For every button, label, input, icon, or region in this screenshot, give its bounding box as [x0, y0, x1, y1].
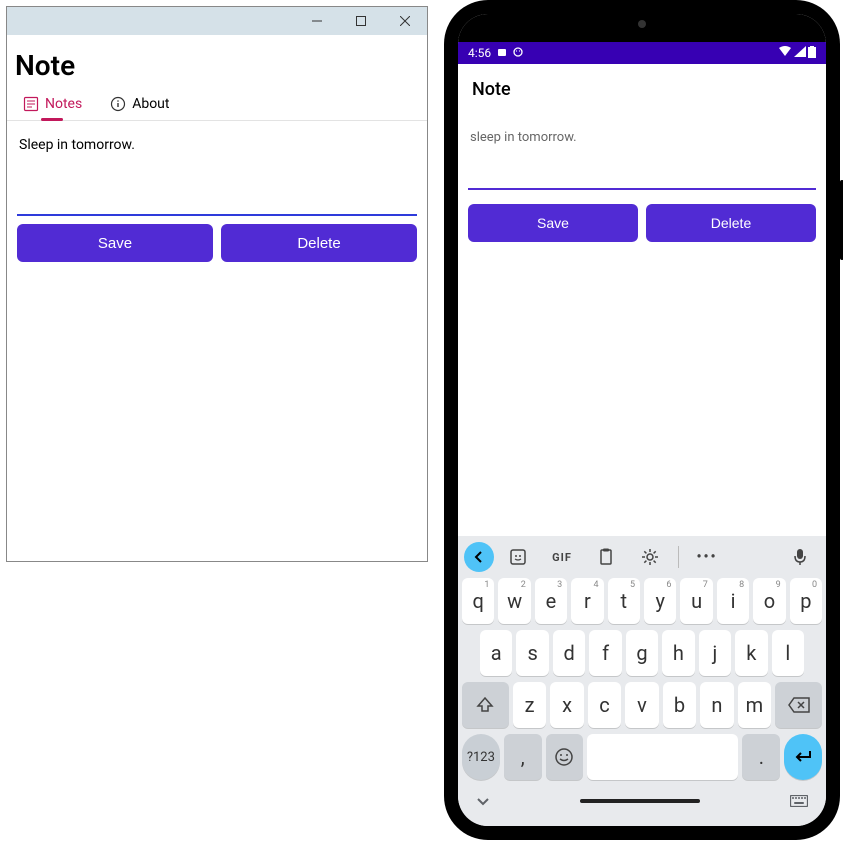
tab-about[interactable]: About	[110, 96, 169, 120]
key-b[interactable]: b	[663, 682, 696, 728]
nav-pill[interactable]	[580, 799, 700, 803]
android-note-text-input[interactable]	[468, 124, 816, 190]
tab-notes-label: Notes	[45, 96, 82, 112]
key-u[interactable]: u7	[680, 578, 712, 624]
key-s[interactable]: s	[516, 630, 548, 676]
key-r[interactable]: r4	[571, 578, 603, 624]
note-text-input[interactable]	[17, 131, 417, 216]
phone-camera	[638, 20, 646, 28]
phone-bezel	[458, 14, 826, 42]
key-o[interactable]: o9	[753, 578, 785, 624]
clipboard-icon[interactable]	[586, 542, 626, 572]
tab-bar: Notes About	[7, 88, 427, 121]
status-time: 4:56	[468, 46, 491, 60]
android-save-button[interactable]: Save	[468, 204, 638, 242]
battery-icon	[808, 46, 816, 61]
soft-keyboard: GIF ••• q1w2e3r4t5y6u7i8o9p0 asdfghjkl	[458, 536, 826, 826]
more-icon[interactable]: •••	[687, 542, 727, 572]
toolbar-separator	[678, 546, 679, 568]
key-c[interactable]: c	[588, 682, 621, 728]
keyboard-back-button[interactable]	[464, 542, 494, 572]
key-d[interactable]: d	[553, 630, 585, 676]
key-l[interactable]: l	[772, 630, 804, 676]
wifi-icon	[778, 46, 792, 60]
key-j[interactable]: j	[699, 630, 731, 676]
maximize-button[interactable]	[339, 7, 383, 35]
key-w[interactable]: w2	[498, 578, 530, 624]
notes-icon	[23, 96, 39, 112]
enter-key[interactable]	[784, 734, 822, 780]
key-z[interactable]: z	[513, 682, 546, 728]
minimize-button[interactable]	[295, 7, 339, 35]
tab-notes[interactable]: Notes	[23, 96, 82, 120]
space-key[interactable]	[587, 734, 738, 780]
tab-about-label: About	[132, 96, 169, 112]
gif-button[interactable]: GIF	[542, 542, 582, 572]
key-p[interactable]: p0	[790, 578, 822, 624]
symbols-key[interactable]: ?123	[462, 734, 500, 780]
key-a[interactable]: a	[480, 630, 512, 676]
nav-bar	[458, 780, 826, 816]
phone-frame: 4:56 Note	[444, 0, 840, 840]
app-icon	[513, 46, 523, 60]
collapse-keyboard-icon[interactable]	[476, 792, 490, 811]
key-i[interactable]: i8	[717, 578, 749, 624]
signal-icon	[794, 46, 806, 60]
note-body: Save Delete	[7, 121, 427, 272]
key-k[interactable]: k	[735, 630, 767, 676]
key-n[interactable]: n	[700, 682, 733, 728]
key-f[interactable]: f	[589, 630, 621, 676]
keyboard-toolbar: GIF •••	[458, 536, 826, 578]
phone-screen: 4:56 Note	[458, 14, 826, 826]
key-t[interactable]: t5	[608, 578, 640, 624]
keyboard-rows: q1w2e3r4t5y6u7i8o9p0 asdfghjkl zxcvbnm ?…	[458, 578, 826, 780]
key-x[interactable]: x	[550, 682, 583, 728]
debug-icon	[497, 46, 507, 60]
key-y[interactable]: y6	[644, 578, 676, 624]
emoji-key[interactable]	[546, 734, 584, 780]
settings-icon[interactable]	[630, 542, 670, 572]
period-key[interactable]: .	[742, 734, 780, 780]
window-titlebar	[7, 7, 427, 35]
page-title: Note	[7, 35, 427, 88]
keyboard-switch-icon[interactable]	[790, 792, 808, 811]
key-m[interactable]: m	[738, 682, 771, 728]
key-h[interactable]: h	[662, 630, 694, 676]
backspace-key[interactable]	[775, 682, 822, 728]
button-row: Save Delete	[17, 224, 417, 262]
comma-key[interactable]: ,	[504, 734, 542, 780]
android-body: Save Delete	[458, 114, 826, 252]
desktop-window: Note Notes About Save Delete	[6, 6, 428, 562]
android-delete-button[interactable]: Delete	[646, 204, 816, 242]
sticker-icon[interactable]	[498, 542, 538, 572]
delete-button[interactable]: Delete	[221, 224, 417, 262]
status-bar: 4:56	[458, 42, 826, 64]
info-icon	[110, 96, 126, 112]
close-button[interactable]	[383, 7, 427, 35]
key-q[interactable]: q1	[462, 578, 494, 624]
android-page-title: Note	[458, 64, 826, 114]
key-e[interactable]: e3	[535, 578, 567, 624]
key-v[interactable]: v	[625, 682, 658, 728]
mic-icon[interactable]	[780, 542, 820, 572]
key-g[interactable]: g	[626, 630, 658, 676]
android-button-row: Save Delete	[468, 204, 816, 242]
shift-key[interactable]	[462, 682, 509, 728]
save-button[interactable]: Save	[17, 224, 213, 262]
